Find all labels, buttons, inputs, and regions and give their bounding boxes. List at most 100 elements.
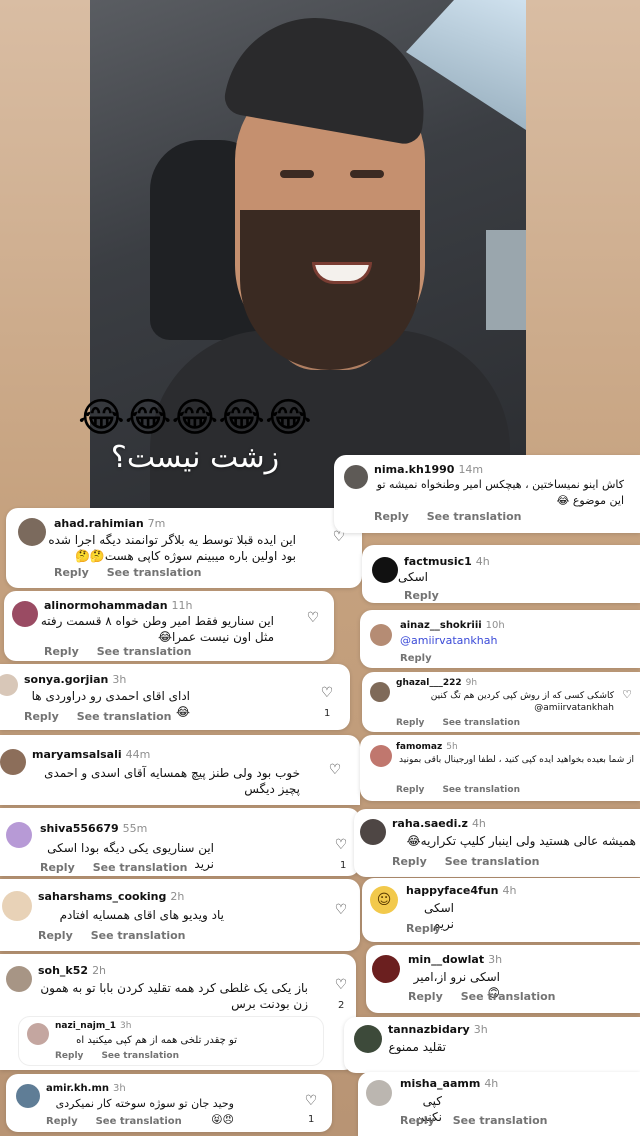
- see-translation-button[interactable]: See translation: [101, 1051, 179, 1061]
- reply-button[interactable]: Reply: [408, 990, 443, 1003]
- comment-username[interactable]: factmusic1 4h: [404, 555, 490, 568]
- see-translation-button[interactable]: See translation: [107, 566, 202, 579]
- heart-icon[interactable]: ♡: [334, 978, 348, 992]
- comment-card[interactable]: soh_k52 2h باز یکی یک غلطی کرد همه تقلید …: [0, 954, 356, 1070]
- comment-card[interactable]: amir.kh.mn 3h وحید جان تو سوژه سوخته کار …: [6, 1074, 332, 1132]
- avatar[interactable]: [344, 465, 368, 489]
- see-translation-button[interactable]: See translation: [445, 855, 540, 868]
- comment-card[interactable]: sonya.gorjian 3h ادای اقای احمدی رو دراور…: [0, 664, 350, 730]
- comment-card[interactable]: raha.saedi.z 4h همیشه عالی هستید ولی اینب…: [354, 809, 640, 877]
- avatar[interactable]: [0, 674, 18, 696]
- see-translation-button[interactable]: See translation: [461, 990, 556, 1003]
- comment-username[interactable]: nazi_najm_1 3h: [55, 1021, 131, 1031]
- see-translation-button[interactable]: See translation: [453, 1114, 548, 1127]
- comment-card[interactable]: misha_aamm 4h کپی نکنین Reply See translat…: [358, 1072, 640, 1136]
- see-translation-button[interactable]: See translation: [96, 1116, 182, 1127]
- reply-button[interactable]: Reply: [38, 929, 73, 942]
- avatar[interactable]: [372, 557, 398, 583]
- see-translation-button[interactable]: See translation: [93, 861, 188, 874]
- comment-card[interactable]: min__dowlat 3h اسکی نرو از،امیر🙃 Reply See…: [366, 945, 640, 1013]
- comment-username[interactable]: famomaz 5h: [396, 742, 458, 752]
- heart-icon[interactable]: ♡: [620, 688, 634, 702]
- comment-card[interactable]: ghazal___222 9h کاشکی کسی که از روش کپی ک…: [362, 672, 640, 732]
- comment-text: تقلید ممنوع: [388, 1040, 446, 1054]
- see-translation-button[interactable]: See translation: [427, 510, 522, 523]
- avatar[interactable]: [370, 682, 390, 702]
- comment-text: از شما بعیده بخواهید ایده کپی کنید ، لطف…: [399, 755, 634, 765]
- comment-card[interactable]: nima.kh1990 14m کاش اینو نمیساختین ، هیچک…: [334, 455, 640, 533]
- avatar[interactable]: [370, 745, 392, 767]
- avatar[interactable]: [6, 966, 32, 992]
- avatar[interactable]: [360, 819, 386, 845]
- heart-icon[interactable]: ♡: [306, 611, 320, 625]
- comment-text: یاد ویدیو های اقای همسایه افتادم: [59, 908, 224, 922]
- comment-username[interactable]: ainaz__shokriii 10h: [400, 620, 505, 631]
- heart-icon[interactable]: ♡: [334, 838, 348, 852]
- comment-username[interactable]: maryamsalsali 44m: [32, 748, 150, 761]
- avatar[interactable]: [366, 1080, 392, 1106]
- heart-icon[interactable]: ♡: [304, 1094, 318, 1108]
- avatar[interactable]: [12, 601, 38, 627]
- comment-card[interactable]: alinormohammadan 11h این سناریو فقط امیر …: [4, 591, 334, 661]
- heart-icon[interactable]: ♡: [334, 903, 348, 917]
- reply-button[interactable]: Reply: [44, 645, 79, 658]
- reply-button[interactable]: Reply: [400, 653, 432, 664]
- heart-icon[interactable]: ♡: [328, 763, 342, 777]
- comment-username[interactable]: sonya.gorjian 3h: [24, 673, 126, 686]
- comment-card[interactable]: factmusic1 4h اسکی Reply: [362, 545, 640, 603]
- comment-card[interactable]: tannazbidary 3h تقلید ممنوع: [344, 1017, 640, 1073]
- comment-username[interactable]: amir.kh.mn 3h: [46, 1083, 126, 1094]
- mention-link[interactable]: @amiirvatankhah: [400, 634, 497, 647]
- comment-card[interactable]: maryamsalsali 44m خوب بود ولی طنز پیچ همس…: [0, 735, 360, 805]
- reply-button[interactable]: Reply: [54, 566, 89, 579]
- reply-button[interactable]: Reply: [24, 710, 59, 723]
- reply-button[interactable]: Reply: [396, 718, 424, 728]
- comment-username[interactable]: shiva556679 55m: [40, 822, 147, 835]
- avatar[interactable]: [16, 1084, 40, 1108]
- reply-button[interactable]: Reply: [392, 855, 427, 868]
- avatar[interactable]: [354, 1025, 382, 1053]
- heart-icon[interactable]: ♡: [320, 686, 334, 700]
- comment-username[interactable]: alinormohammadan 11h: [44, 599, 193, 612]
- reply-button[interactable]: Reply: [400, 1114, 435, 1127]
- reply-button[interactable]: Reply: [404, 589, 439, 602]
- avatar[interactable]: [18, 518, 46, 546]
- comment-username[interactable]: raha.saedi.z 4h: [392, 817, 486, 830]
- avatar[interactable]: [6, 822, 32, 848]
- like-count: 1: [308, 1114, 315, 1125]
- avatar[interactable]: [27, 1023, 49, 1045]
- see-translation-button[interactable]: See translation: [442, 718, 520, 728]
- comment-username[interactable]: ahad.rahimian 7m: [54, 517, 165, 530]
- avatar[interactable]: [372, 955, 400, 983]
- comment-card[interactable]: shiva556679 55m این سناریوی یکی دیگه بودا…: [0, 808, 360, 876]
- comment-card[interactable]: ainaz__shokriii 10h @amiirvatankhah Reply: [360, 610, 640, 668]
- comment-card[interactable]: saharshams_cooking 2h یاد ویدیو های اقای …: [0, 879, 360, 951]
- see-translation-button[interactable]: See translation: [442, 785, 520, 795]
- comment-card[interactable]: ahad.rahimian 7m این ایده قبلا توسط یه بل…: [6, 508, 362, 588]
- reply-button[interactable]: Reply: [55, 1051, 83, 1061]
- comment-card[interactable]: ☺ happyface4fun 4h اسکی نریم Reply: [362, 878, 640, 942]
- reply-button[interactable]: Reply: [46, 1116, 78, 1127]
- comment-username[interactable]: ghazal___222 9h: [396, 678, 477, 688]
- comment-username[interactable]: nima.kh1990 14m: [374, 463, 483, 476]
- comment-username[interactable]: happyface4fun 4h: [406, 884, 516, 897]
- comment-username[interactable]: misha_aamm 4h: [400, 1077, 498, 1090]
- see-translation-button[interactable]: See translation: [97, 645, 192, 658]
- reply-button[interactable]: Reply: [406, 922, 441, 935]
- avatar[interactable]: [0, 749, 26, 775]
- see-translation-button[interactable]: See translation: [77, 710, 172, 723]
- comment-username[interactable]: min__dowlat 3h: [408, 953, 502, 966]
- comment-username[interactable]: tannazbidary 3h: [388, 1023, 488, 1036]
- see-translation-button[interactable]: See translation: [91, 929, 186, 942]
- smiley-avatar[interactable]: ☺: [370, 886, 398, 914]
- comment-card[interactable]: famomaz 5h از شما بعیده بخواهید ایده کپی …: [360, 735, 640, 801]
- reply-button[interactable]: Reply: [40, 861, 75, 874]
- comment-text: این سناریو فقط امیر وطن خواه ۸ قسمت رفته…: [40, 614, 274, 644]
- reply-card[interactable]: nazi_najm_1 3h تو چقدر تلخی همه از هم کپی…: [18, 1016, 324, 1066]
- reply-button[interactable]: Reply: [374, 510, 409, 523]
- avatar[interactable]: [2, 891, 32, 921]
- avatar[interactable]: [370, 624, 392, 646]
- reply-button[interactable]: Reply: [396, 785, 424, 795]
- comment-username[interactable]: saharshams_cooking 2h: [38, 890, 184, 903]
- comment-username[interactable]: soh_k52 2h: [38, 964, 106, 977]
